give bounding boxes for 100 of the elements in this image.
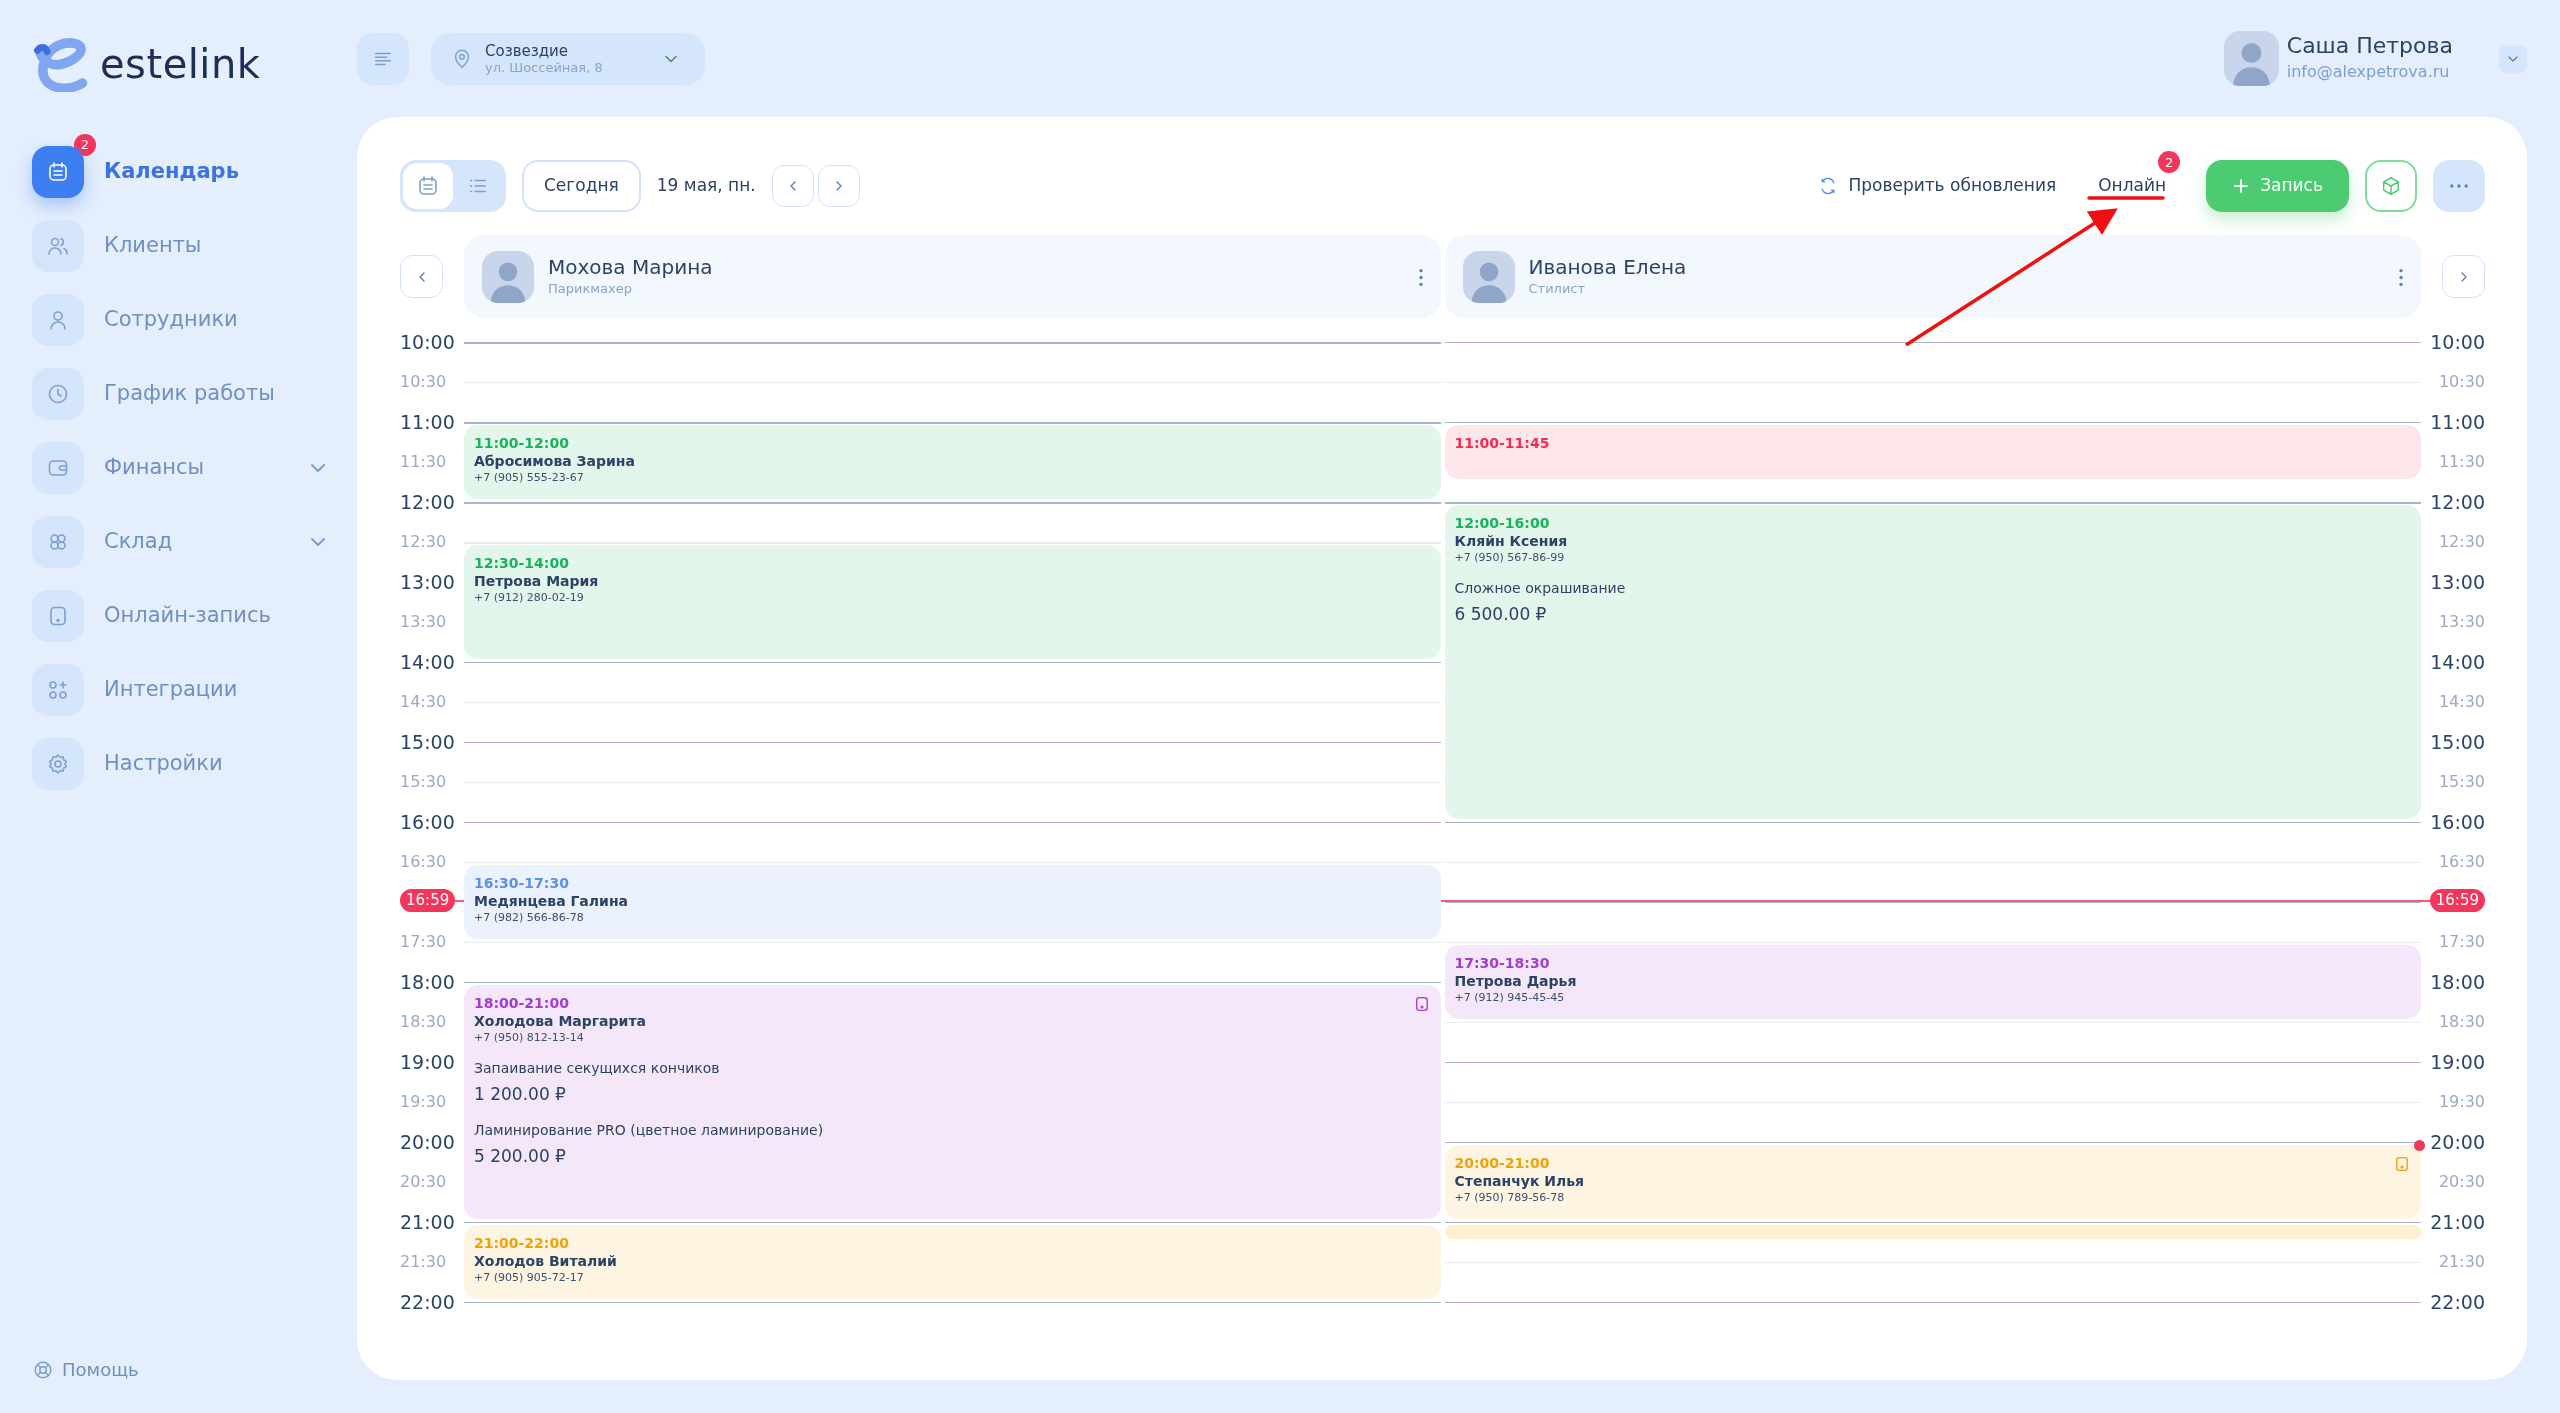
time-label: 15:30	[400, 771, 448, 793]
staff-role: Стилист	[1528, 279, 1587, 298]
time-label: 16:00	[400, 809, 456, 835]
appointment-card[interactable]: 17:30-18:30 Петрова Дарья +7 (912) 945-45-45	[1444, 945, 2421, 1019]
client-phone: +7 (912) 280-02-19	[474, 590, 585, 606]
time-label: 13:30	[400, 611, 448, 633]
client-name: Медянцева Галина	[474, 891, 629, 910]
time-label: 13:00	[2430, 569, 2485, 595]
time-label: 15:30	[2438, 771, 2485, 793]
time-label: 20:00	[2430, 1129, 2485, 1155]
service-price: 5 200.00 ₽	[474, 1145, 567, 1168]
time-label: 10:00	[2430, 329, 2485, 355]
avatar	[2223, 31, 2279, 86]
client-name: Петрова Дарья	[1454, 971, 1578, 990]
service-name: Запаивание секущихся кончиков	[474, 1059, 721, 1079]
client-phone: +7 (950) 812-13-14	[474, 1030, 585, 1046]
time-label: 14:00	[400, 649, 456, 675]
time-label: 12:30	[2438, 531, 2485, 553]
time-label: 16:30	[2438, 851, 2485, 873]
next-staff-button[interactable]	[2442, 255, 2485, 298]
appointment-card[interactable]: 21:00-22:00 Холодов Виталий +7 (905) 905-72-17	[464, 1225, 1441, 1299]
calendar-icon	[46, 160, 70, 184]
location-selector[interactable]: Созвездие ул. Шоссейная, 8	[431, 32, 705, 85]
package-button[interactable]	[2365, 160, 2417, 212]
client-name: Холодов Виталий	[474, 1251, 618, 1270]
appointment-card[interactable]: 20:00-21:00 Степанчук Илья +7 (950) 789-56-78	[1444, 1145, 2421, 1219]
avatar	[1462, 250, 1515, 303]
time-label: 13:00	[400, 569, 456, 595]
time-label: 19:00	[2430, 1049, 2485, 1075]
time-label: 20:30	[400, 1171, 448, 1193]
appointment-time: 16:30-17:30	[474, 875, 570, 892]
next-day-button[interactable]	[817, 165, 860, 207]
time-label: 20:00	[400, 1129, 456, 1155]
previous-day-button[interactable]	[771, 165, 814, 207]
time-label: 21:00	[2430, 1209, 2485, 1235]
appointment-time: 21:00-22:00	[474, 1235, 570, 1252]
kebab-icon	[1418, 268, 1423, 286]
online-tab[interactable]: Онлайн	[2098, 173, 2167, 199]
time-label: 15:00	[2430, 729, 2485, 755]
time-label: 14:30	[400, 691, 448, 713]
time-label: 18:30	[2438, 1011, 2485, 1033]
appointment-time: 20:00-21:00	[1454, 1155, 1551, 1172]
clock-icon	[46, 382, 70, 406]
time-label: 12:00	[2430, 489, 2485, 515]
time-label: 19:00	[400, 1049, 456, 1075]
client-phone: +7 (905) 905-72-17	[474, 1270, 585, 1286]
time-label: 16:30	[400, 851, 448, 873]
time-label: 14:30	[2438, 691, 2485, 713]
client-phone: +7 (912) 945-45-45	[1454, 990, 1566, 1006]
appointment-time: 18:00-21:00	[474, 995, 570, 1012]
menu-button[interactable]	[357, 32, 409, 85]
time-label: 21:00	[400, 1209, 456, 1235]
time-label: 18:30	[400, 1011, 448, 1033]
time-label: 19:30	[400, 1091, 448, 1113]
time-label: 22:00	[400, 1289, 456, 1315]
client-phone: +7 (950) 567-86-99	[1454, 550, 1566, 566]
service-price: 1 200.00 ₽	[474, 1083, 567, 1107]
avatar	[482, 250, 534, 303]
notification-badge: 2	[2158, 151, 2181, 174]
time-label: 11:30	[400, 451, 448, 473]
user-name: Саша Петрова	[2286, 33, 2453, 60]
staff-name: Мохова Марина	[548, 254, 714, 279]
appointment-time: 11:00-11:45	[1454, 435, 1551, 452]
service-price: 6 500.00 ₽	[1454, 603, 1548, 627]
time-label: 14:00	[2430, 649, 2485, 675]
time-label: 15:00	[400, 729, 456, 755]
time-label: 19:30	[2438, 1091, 2485, 1113]
client-name: Абросимова Зарина	[474, 451, 636, 470]
today-button[interactable]: Сегодня	[522, 160, 641, 212]
view-toggle[interactable]	[403, 163, 453, 209]
appointment-card[interactable]: 12:30-14:00 Петрова Мария +7 (912) 280-02-19	[464, 545, 1441, 659]
staff-name: Иванова Елена	[1528, 254, 1688, 279]
more-button[interactable]	[2433, 160, 2485, 212]
time-label: 16:00	[2430, 809, 2485, 835]
appointment-time: 12:30-14:00	[474, 555, 570, 572]
staff-role: Парикмахер	[548, 279, 633, 298]
current-time-badge: 16:59	[400, 888, 456, 913]
client-name: Холодова Маргарита	[474, 1011, 647, 1030]
time-label: 12:00	[400, 489, 456, 515]
appointment-card[interactable]: 11:00-12:00 Абросимова Зарина +7 (905) 555-23-67	[464, 425, 1441, 499]
time-label: 11:30	[2438, 451, 2485, 473]
account-menu-button[interactable]	[2499, 44, 2527, 73]
appointment-card[interactable]: 12:00-16:00 Кляйн Ксения +7 (950) 567-86-99 Сложное окрашивание 6 500.00 ₽	[1444, 505, 2421, 819]
appointment-card[interactable]: 18:00-21:00 Холодова Маргарита +7 (950) 812-13-14 Запаивание секущихся кончиков 1 200.00 ₽ Ламинирование PRO (цветное ламинирование) 5 200.00 ₽	[464, 985, 1441, 1219]
time-label: 18:00	[2430, 969, 2485, 995]
plus-icon	[2232, 177, 2251, 195]
appointment-card[interactable]: 16:30-17:30 Медянцева Галина +7 (982) 566-86-78	[464, 865, 1441, 939]
appointment-card[interactable]	[1444, 1225, 2421, 1239]
client-name: Кляйн Ксения	[1454, 531, 1569, 550]
previous-staff-button[interactable]	[400, 255, 443, 298]
check-updates-link[interactable]: Проверить обновления	[1818, 173, 2057, 199]
time-label: 11:00	[400, 409, 456, 435]
user-email: info@alexpetrova.ru	[2286, 60, 2451, 83]
time-label: 18:00	[400, 969, 456, 995]
sidebar-item[interactable]: 2 Календарь	[32, 134, 325, 198]
time-label: 11:00	[2430, 409, 2485, 435]
time-label: 17:30	[2438, 931, 2485, 953]
notification-badge: 2	[74, 134, 96, 156]
client-phone: +7 (950) 789-56-78	[1454, 1190, 1566, 1206]
kebab-icon	[2399, 268, 2403, 286]
